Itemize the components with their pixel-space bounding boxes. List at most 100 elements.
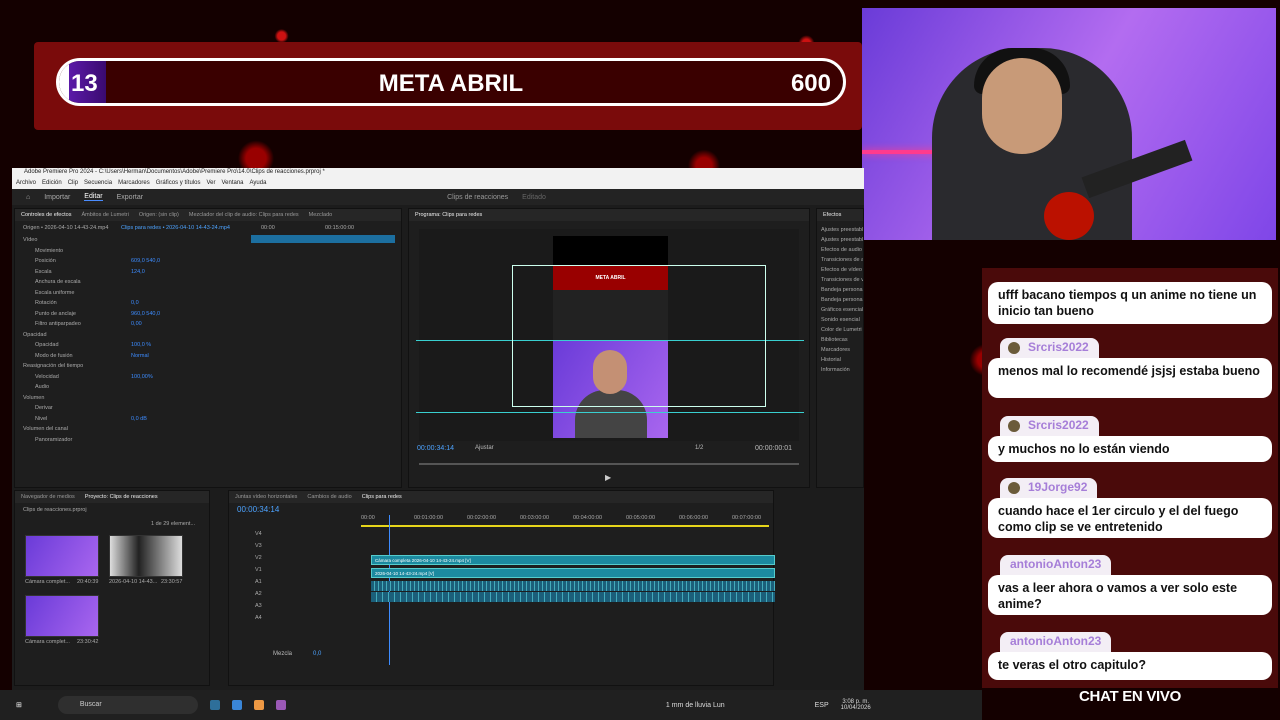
effects-list-item[interactable]: Bibliotecas	[821, 337, 848, 343]
audio-clip-a1[interactable]	[371, 581, 775, 591]
sequence-clip[interactable]: Clips para redes • 2026-04-10 14-43-24.m…	[121, 225, 230, 231]
home-icon[interactable]: ⌂	[26, 194, 30, 201]
weather-widget[interactable]: 1 mm de lluvia Lun	[666, 702, 725, 709]
effects-list-item[interactable]: Ajustes preestablecidos de Lumetri	[821, 237, 863, 243]
clip-v2[interactable]: Cámara completa 2026-04-10 14-43-24.mp4 …	[371, 555, 775, 565]
effects-list-item[interactable]: Efectos de vídeo	[821, 267, 862, 273]
windows-start-icon[interactable]: ⊞	[16, 701, 22, 709]
effect-property-value[interactable]: 960,0 540,0	[131, 311, 160, 317]
effect-property-label: Vídeo	[23, 237, 38, 243]
effect-property-value[interactable]: 609,0 540,0	[131, 258, 160, 264]
edge-taskbar-icon[interactable]	[231, 700, 242, 710]
menu-item[interactable]: Ayuda	[250, 177, 267, 189]
premiere-window: Adobe Premiere Pro 2024 - C:\Users\Herma…	[12, 168, 864, 690]
tab-mixed[interactable]: Mezclado	[309, 212, 333, 218]
tab-sequence[interactable]: Cambios de audio	[307, 494, 351, 500]
tab-media-browser[interactable]: Navegador de medios	[21, 494, 75, 500]
track-header[interactable]: A4	[255, 615, 262, 621]
effect-property-value[interactable]: 0,0 dB	[131, 416, 147, 422]
ec-time-end: 00:15:00:00	[325, 225, 355, 231]
effects-list-item[interactable]: Historial	[821, 357, 841, 363]
project-thumbnail[interactable]	[25, 535, 99, 577]
effects-list-item[interactable]: Transiciones de vídeo	[821, 277, 863, 283]
effects-list-item[interactable]: Bandeja personalizada 01	[821, 287, 863, 293]
menu-item[interactable]: Edición	[42, 177, 62, 189]
chat-username: antonioAnton23	[1000, 555, 1112, 575]
menu-item[interactable]: Marcadores	[118, 177, 150, 189]
clip-v1[interactable]: 2026-04-10 14-43-24.mp4 [V]	[371, 568, 775, 578]
track-header[interactable]: A1	[255, 579, 262, 585]
effects-list-item[interactable]: Sonido esencial	[821, 317, 860, 323]
menu-item[interactable]: Ventana	[221, 177, 243, 189]
goal-widget: 13 META ABRIL 600	[34, 42, 862, 130]
chat-message: cuando hace el 1er circulo y el del fueg…	[988, 498, 1272, 538]
mix-value[interactable]: 0,0	[313, 651, 321, 657]
track-header[interactable]: V1	[255, 567, 262, 573]
track-header[interactable]: V2	[255, 555, 262, 561]
effects-list-item[interactable]: Marcadores	[821, 347, 850, 353]
tab-program[interactable]: Programa: Clips para redes	[415, 212, 482, 218]
track-header[interactable]: V3	[255, 543, 262, 549]
menu-item[interactable]: Archivo	[16, 177, 36, 189]
menu-bar: Archivo Edición Clip Secuencia Marcadore…	[12, 177, 864, 189]
language-indicator[interactable]: ESP	[815, 702, 829, 709]
clock[interactable]: 3:08 p. m. 10/04/2026	[841, 699, 871, 711]
effect-property-value[interactable]: 100,00%	[131, 374, 153, 380]
tab-effects[interactable]: Efectos	[823, 212, 841, 218]
project-thumbnail[interactable]	[25, 595, 99, 637]
track-header[interactable]: A2	[255, 591, 262, 597]
effect-property-value[interactable]: Normal	[131, 353, 149, 359]
play-button[interactable]: ▶	[605, 473, 611, 482]
tab-import[interactable]: Importar	[44, 194, 70, 201]
effects-list-item[interactable]: Transiciones de audio	[821, 257, 863, 263]
effect-property-value[interactable]: 100,0 %	[131, 342, 151, 348]
goal-progress-bar: 13 META ABRIL 600	[56, 58, 846, 106]
effects-list-item[interactable]: Gráficos esenciales	[821, 307, 863, 313]
effect-property-label: Opacidad	[35, 342, 59, 348]
transform-box[interactable]	[512, 265, 766, 407]
fit-dropdown[interactable]: Ajustar	[475, 445, 494, 451]
work-area-bar[interactable]	[361, 525, 769, 527]
effect-property-value[interactable]: 124,0	[131, 269, 145, 275]
track-header[interactable]: A3	[255, 603, 262, 609]
tab-sequence-active[interactable]: Clips para redes	[362, 494, 402, 500]
project-panel: Navegador de medios Proyecto: Clips de r…	[14, 490, 210, 686]
effect-property-label: Volumen	[23, 394, 45, 401]
tab-project[interactable]: Proyecto: Clips de reacciones	[85, 494, 158, 500]
tab-source[interactable]: Origen: (sin clip)	[139, 212, 179, 218]
thumb-name: Cámara complet...	[25, 579, 70, 585]
premiere-active-icon[interactable]	[275, 700, 286, 710]
program-timecode[interactable]: 00:00:34:14	[417, 445, 454, 452]
tab-effect-controls[interactable]: Controles de efectos	[21, 212, 71, 218]
effects-list-item[interactable]: Ajustes preestablecidos	[821, 227, 863, 233]
effect-property-label: Movimiento	[35, 247, 64, 254]
effects-list-item[interactable]: Información	[821, 367, 850, 373]
effects-list-item[interactable]: Color de Lumetri	[821, 327, 862, 333]
menu-item[interactable]: Ver	[206, 177, 215, 189]
premiere-taskbar-icon[interactable]	[209, 700, 220, 710]
tab-export[interactable]: Exportar	[117, 194, 143, 201]
obs-taskbar-icon[interactable]	[253, 700, 264, 710]
ruler-tick-label: 00:05:00:00	[626, 515, 656, 521]
chat-message: te veras el otro capitulo?	[988, 652, 1272, 680]
tab-sequence[interactable]: Juntas vídeo horizontales	[235, 494, 297, 500]
resolution-dropdown[interactable]: 1/2	[695, 445, 703, 451]
effects-list-item[interactable]: Bandeja personalizada 02	[821, 297, 863, 303]
audio-clip-a2[interactable]	[371, 592, 775, 602]
effect-property-value[interactable]: 0,00	[131, 321, 142, 327]
search-box[interactable]: Buscar	[57, 696, 198, 714]
effects-list-item[interactable]: Efectos de audio	[821, 247, 862, 253]
effect-property-value[interactable]: 0,0	[131, 300, 139, 306]
tab-audio-mixer[interactable]: Mezclador del clip de audio: Clips para …	[189, 212, 299, 218]
mix-label: Mezcla	[273, 651, 293, 657]
program-scrubber[interactable]	[419, 463, 799, 465]
menu-item[interactable]: Gráficos y títulos	[156, 177, 201, 189]
menu-item[interactable]: Clip	[68, 177, 78, 189]
tab-lumetri-scopes[interactable]: Ámbitos de Lumetri	[81, 212, 128, 218]
project-thumbnail[interactable]	[109, 535, 183, 577]
tab-edit[interactable]: Editar	[84, 193, 103, 201]
menu-item[interactable]: Secuencia	[84, 177, 112, 189]
track-header[interactable]: V4	[255, 531, 262, 537]
ruler-tick-label: 00:00	[361, 515, 375, 521]
timeline-timecode[interactable]: 00:00:34:14	[237, 505, 279, 514]
